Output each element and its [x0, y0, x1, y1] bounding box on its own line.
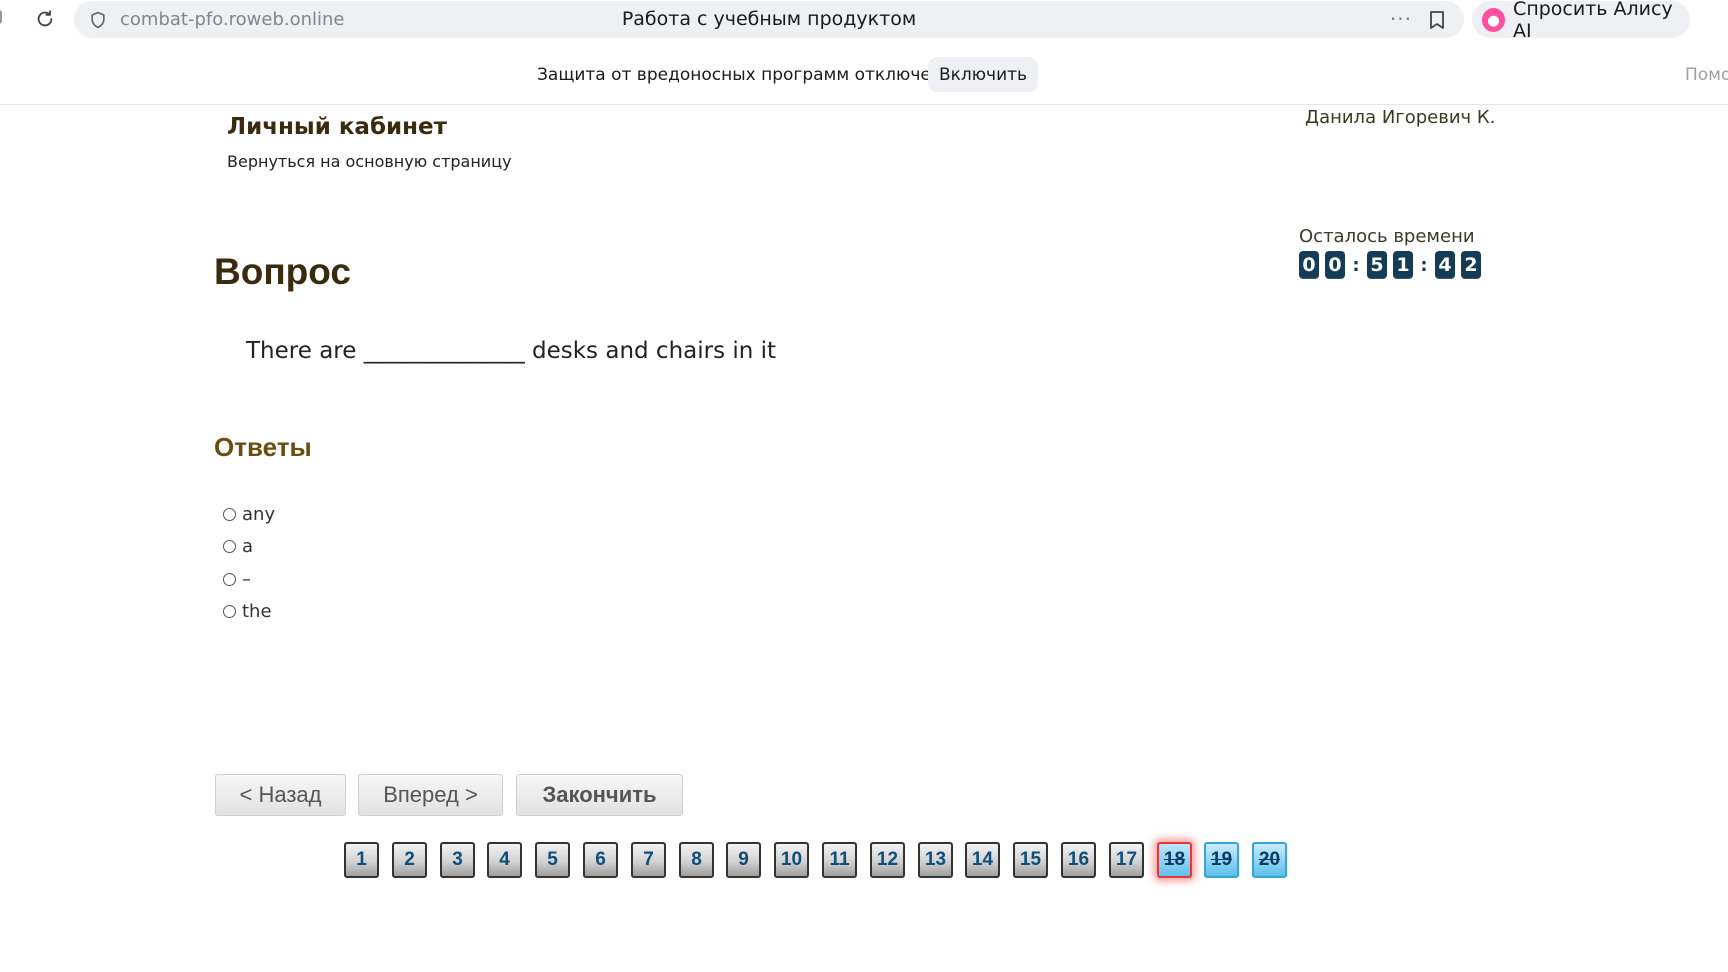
- timer-digit: 5: [1367, 251, 1387, 279]
- next-button[interactable]: Вперед >: [358, 774, 503, 816]
- answer-radio[interactable]: [223, 572, 236, 586]
- question-number-button[interactable]: 6: [583, 842, 618, 878]
- answer-option[interactable]: –: [223, 563, 275, 596]
- timer-digit: 4: [1435, 251, 1455, 279]
- question-number-button[interactable]: 15: [1013, 842, 1048, 878]
- help-link[interactable]: Помо: [1685, 65, 1728, 85]
- question-number-button[interactable]: 8: [679, 842, 714, 878]
- back-to-main-link[interactable]: Вернуться на основную страницу: [227, 152, 512, 171]
- answer-label[interactable]: –: [242, 569, 251, 590]
- question-number-button[interactable]: 10: [774, 842, 809, 878]
- question-heading: Вопрос: [214, 251, 351, 292]
- timer-digit: 0: [1325, 251, 1345, 279]
- question-number-button[interactable]: 14: [965, 842, 1000, 878]
- answer-list: any a – the: [223, 498, 275, 628]
- timer-digit: 0: [1299, 251, 1319, 279]
- question-number-button[interactable]: 13: [918, 842, 953, 878]
- question-number-button[interactable]: 17: [1109, 842, 1144, 878]
- timer-separator: :: [1420, 254, 1428, 276]
- question-number-button[interactable]: 3: [440, 842, 475, 878]
- finish-button[interactable]: Закончить: [516, 774, 683, 816]
- question-text: There are ______________ desks and chair…: [246, 338, 777, 364]
- answer-radio[interactable]: [223, 540, 236, 554]
- alice-button[interactable]: Спросить Алису AI: [1472, 0, 1690, 42]
- timer-digit: 1: [1393, 251, 1413, 279]
- answer-radio[interactable]: [223, 507, 236, 521]
- question-number-button[interactable]: 20: [1252, 842, 1287, 878]
- question-number-button[interactable]: 9: [726, 842, 761, 878]
- security-infobar: Защита от вредоносных программ отключена…: [0, 38, 1728, 105]
- browser-toolbar: combat-pfo.roweb.online Работа с учебным…: [0, 0, 1728, 42]
- question-number-button[interactable]: 2: [392, 842, 427, 878]
- answer-option[interactable]: any: [223, 498, 275, 531]
- answer-label[interactable]: the: [242, 601, 272, 622]
- reload-icon[interactable]: [32, 6, 58, 32]
- alice-icon: [1482, 7, 1506, 32]
- prev-button[interactable]: < Назад: [215, 774, 346, 816]
- enable-protection-button[interactable]: Включить: [928, 57, 1038, 92]
- infobar-message: Защита от вредоносных программ отключена: [537, 65, 953, 85]
- question-number-button[interactable]: 12: [870, 842, 905, 878]
- answers-heading: Ответы: [214, 432, 312, 462]
- question-number-button[interactable]: 16: [1061, 842, 1096, 878]
- bookmark-icon[interactable]: [1428, 10, 1446, 30]
- tab-title: Работа с учебным продуктом: [621, 8, 917, 30]
- timer-digit: 2: [1461, 251, 1481, 279]
- question-number-button[interactable]: 5: [535, 842, 570, 878]
- answer-label[interactable]: any: [242, 504, 275, 525]
- alice-label: Спросить Алису AI: [1513, 0, 1673, 42]
- cabinet-title: Личный кабинет: [227, 114, 447, 140]
- address-bar[interactable]: combat-pfo.roweb.online Работа с учебным…: [74, 1, 1464, 38]
- window-edge: [0, 10, 2, 24]
- answer-label[interactable]: a: [242, 536, 253, 557]
- question-number-button[interactable]: 19: [1204, 842, 1239, 878]
- question-number-button[interactable]: 11: [822, 842, 857, 878]
- question-number-button[interactable]: 1: [344, 842, 379, 878]
- countdown-timer: 0 0 : 5 1 : 4 2: [1299, 251, 1487, 279]
- more-icon[interactable]: ···: [1390, 7, 1412, 31]
- answer-radio[interactable]: [223, 605, 236, 619]
- question-number-button[interactable]: 18: [1157, 842, 1192, 878]
- answer-option[interactable]: a: [223, 531, 275, 564]
- question-number-button[interactable]: 7: [631, 842, 666, 878]
- timer-separator: :: [1352, 254, 1360, 276]
- timer-label: Осталось времени: [1299, 226, 1475, 247]
- question-number-button[interactable]: 4: [487, 842, 522, 878]
- user-name: Данила Игоревич К.: [1305, 107, 1496, 128]
- answer-option[interactable]: the: [223, 596, 275, 629]
